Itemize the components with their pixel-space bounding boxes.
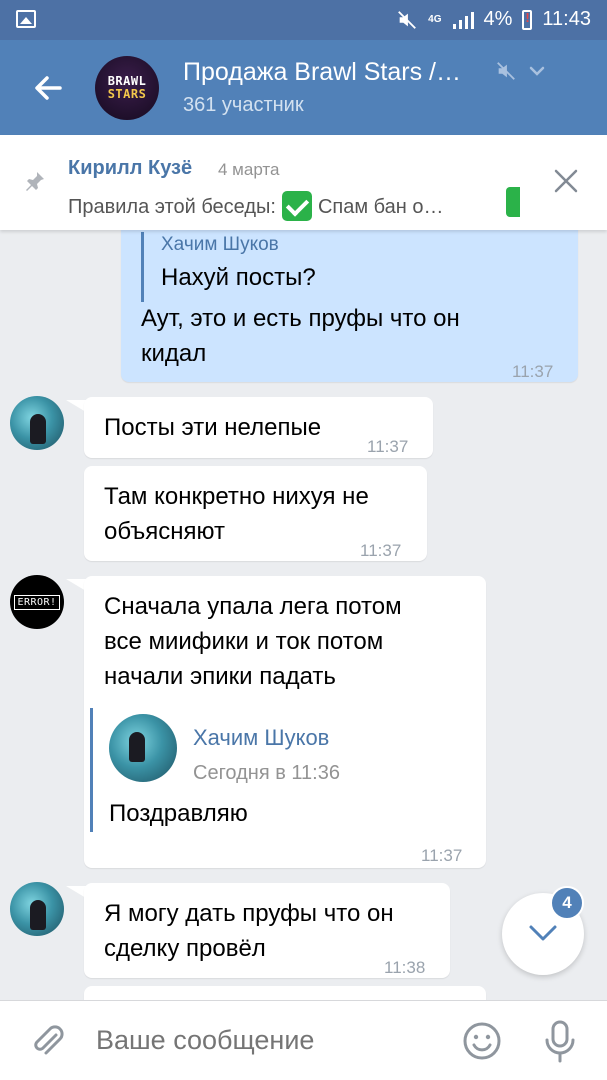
check-mark-emoji-icon — [281, 191, 312, 221]
chat-avatar[interactable]: BRAWL STARS — [95, 56, 159, 120]
bubble-tail — [66, 400, 86, 412]
message-time: 11:38 — [384, 958, 426, 977]
pinned-message[interactable]: Кирилл Кузё 4 марта Правила этой беседы:… — [0, 135, 607, 230]
sender-avatar[interactable]: ERROR! — [10, 575, 64, 629]
message-time: 11:37 — [421, 846, 463, 865]
message-time: 11:37 — [512, 362, 554, 381]
forwarded-message[interactable]: Хачим Шуков Сегодня в 11:36 Поздравляю — [90, 708, 470, 832]
clock: 11:43 — [542, 8, 591, 30]
emoji-fragment-icon — [506, 187, 520, 217]
incoming-message[interactable]: Я могу дать пруфы что он сделку провёл 1… — [84, 883, 450, 978]
message-input[interactable] — [96, 1025, 446, 1056]
outgoing-message[interactable]: Хачим Шуков Нахуй посты? Аут, это и есть… — [121, 210, 578, 382]
pinned-text-prefix: Правила этой беседы: — [68, 196, 276, 218]
chat-header: BRAWL STARS Продажа Brawl Stars /… 361 у… — [0, 40, 607, 135]
reply-quote[interactable]: Хачим Шуков Нахуй посты? — [141, 232, 316, 302]
incoming-message[interactable]: Там конкретно нихуя не объясняют 11:37 — [84, 466, 427, 561]
message-text-line: сделку провёл — [104, 935, 266, 962]
pin-icon — [26, 172, 44, 191]
status-bar: 4G 4% 11:43 — [0, 0, 607, 40]
battery-icon — [522, 9, 533, 30]
message-text-line: начали эпики падать — [104, 663, 336, 690]
message-text-line: Там конкретно нихуя не — [104, 483, 369, 510]
message-text-line: Я могу дать пруфы что он — [104, 900, 394, 927]
bubble-tail — [66, 886, 86, 898]
muted-chat-icon — [497, 62, 515, 80]
message-time: 11:37 — [367, 437, 409, 456]
pinned-text: Правила этой беседы: Спам бан о… — [68, 191, 444, 221]
quote-text: Нахуй посты? — [161, 264, 316, 291]
quote-author: Хачим Шуков — [193, 725, 330, 750]
incoming-message[interactable]: Сначала упала лега потом все миифики и т… — [84, 576, 486, 868]
unread-count-badge: 4 — [550, 886, 584, 920]
message-composer — [0, 1000, 607, 1080]
quote-author: Хачим Шуков — [161, 234, 279, 255]
back-arrow-icon[interactable] — [30, 70, 66, 106]
bubble-tail — [66, 579, 86, 591]
chevron-down-icon — [529, 925, 557, 941]
sender-avatar[interactable] — [10, 882, 64, 936]
quote-text: Поздравляю — [109, 800, 248, 827]
attach-paperclip-icon[interactable] — [28, 1021, 68, 1061]
battery-percent: 4% — [483, 8, 513, 30]
incoming-message[interactable]: Посты эти нелепые 11:37 — [84, 397, 433, 458]
quote-date: Сегодня в 11:36 — [193, 762, 340, 784]
chat-title[interactable]: Продажа Brawl Stars /… — [183, 58, 461, 87]
member-count: 361 участник — [183, 94, 304, 116]
message-text-line: объясняют — [104, 518, 226, 545]
gallery-notification-icon — [16, 10, 36, 28]
close-icon[interactable] — [553, 168, 579, 194]
pinned-date: 4 марта — [218, 160, 280, 179]
message-text-line: все миифики и ток потом — [104, 628, 384, 655]
avatar-error-label: ERROR! — [14, 594, 60, 610]
message-time: 11:37 — [360, 541, 402, 560]
microphone-icon[interactable] — [540, 1019, 580, 1063]
message-text-line: кидал — [141, 340, 207, 367]
emoji-smile-icon[interactable] — [462, 1021, 502, 1061]
chevron-down-icon[interactable] — [528, 62, 546, 80]
pinned-author: Кирилл Кузё — [68, 157, 193, 179]
avatar-logo-line2: STARS — [107, 87, 147, 101]
sender-avatar[interactable] — [10, 396, 64, 450]
network-type-label: 4G — [428, 13, 442, 25]
message-text-line: Сначала упала лега потом — [104, 593, 402, 620]
message-text-line: Аут, это и есть пруфы что он — [141, 305, 460, 332]
mute-icon — [398, 10, 417, 29]
message-text: Посты эти нелепые — [104, 414, 322, 441]
pinned-text-suffix: Спам бан о… — [317, 196, 444, 218]
signal-icon — [452, 11, 474, 29]
quote-author-avatar — [109, 714, 177, 782]
